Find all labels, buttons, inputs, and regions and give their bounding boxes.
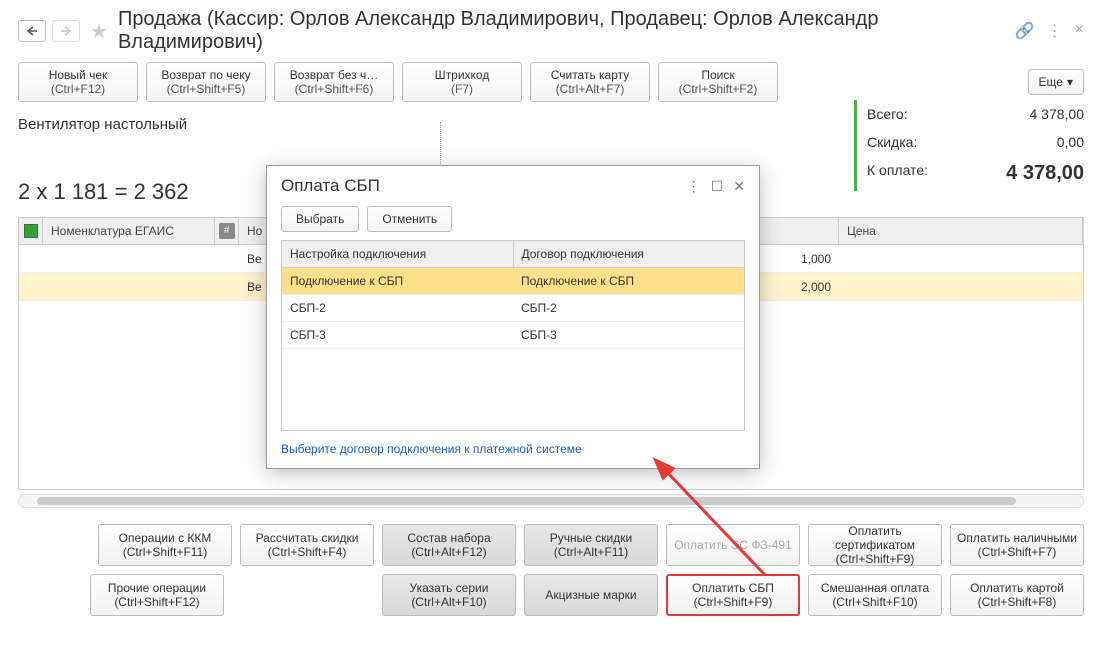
- action-button[interactable]: Акцизные марки: [524, 574, 658, 616]
- connection-row[interactable]: СБП-2СБП-2: [282, 295, 744, 322]
- arrow-right-icon: [60, 26, 72, 36]
- connection-row[interactable]: Подключение к СБППодключение к СБП: [282, 268, 744, 295]
- modal-more-icon[interactable]: ⋮: [687, 178, 701, 195]
- barcode-button[interactable]: Штрихкод (F7): [402, 62, 522, 102]
- close-icon[interactable]: ×: [1075, 21, 1084, 41]
- action-button[interactable]: Прочие операции(Ctrl+Shift+F12): [90, 574, 224, 616]
- egais-icon-col: [19, 218, 43, 244]
- item-name: Вентилятор настольный: [18, 116, 1084, 133]
- select-button[interactable]: Выбрать: [281, 206, 359, 232]
- sbp-payment-modal: Оплата СБП ⋮ ☐ ✕ Выбрать Отменить Настро…: [266, 165, 760, 469]
- cancel-button[interactable]: Отменить: [367, 206, 452, 232]
- action-button[interactable]: Рассчитать скидки(Ctrl+Shift+F4): [240, 524, 374, 566]
- read-card-button[interactable]: Считать карту (Ctrl+Alt+F7): [530, 62, 650, 102]
- horizontal-scrollbar[interactable]: [18, 494, 1084, 508]
- action-button[interactable]: Указать серии(Ctrl+Alt+F10): [382, 574, 516, 616]
- modal-title: Оплата СБП: [281, 176, 687, 196]
- egais-header[interactable]: Номенклатура ЕГАИС: [43, 218, 215, 244]
- modal-close-icon[interactable]: ✕: [733, 178, 745, 195]
- nav-forward-button[interactable]: [52, 20, 80, 42]
- bottom-button-panel: Операции с ККМ(Ctrl+Shift+F11)Рассчитать…: [0, 516, 1102, 616]
- action-button[interactable]: Оплатить СБП(Ctrl+Shift+F9): [666, 574, 800, 616]
- connection-table: Настройка подключения Договор подключени…: [281, 240, 745, 431]
- col-settings[interactable]: Настройка подключения: [282, 241, 514, 267]
- more-button[interactable]: Еще ▾: [1028, 69, 1084, 95]
- nav-back-button[interactable]: [18, 20, 46, 42]
- action-button[interactable]: Смешанная оплата(Ctrl+Shift+F10): [808, 574, 942, 616]
- page-title: Продажа (Кассир: Орлов Александр Владими…: [118, 8, 1009, 54]
- hash-icon-col: #: [215, 218, 239, 244]
- hash-icon: #: [219, 223, 235, 239]
- return-check-button[interactable]: Возврат по чеку (Ctrl+Shift+F5): [146, 62, 266, 102]
- modal-maximize-icon[interactable]: ☐: [711, 178, 724, 195]
- header-bar: ★ Продажа (Кассир: Орлов Александр Влади…: [0, 0, 1102, 58]
- action-button: Оплатить ЭС ФЗ-491: [666, 524, 800, 566]
- col-contract[interactable]: Договор подключения: [514, 241, 745, 267]
- new-check-button[interactable]: Новый чек (Ctrl+F12): [18, 62, 138, 102]
- connection-row[interactable]: СБП-3СБП-3: [282, 322, 744, 349]
- action-button[interactable]: Операции с ККМ(Ctrl+Shift+F11): [98, 524, 232, 566]
- action-button[interactable]: Оплатить картой(Ctrl+Shift+F8): [950, 574, 1084, 616]
- action-button[interactable]: Оплатить наличными(Ctrl+Shift+F7): [950, 524, 1084, 566]
- search-button[interactable]: Поиск (Ctrl+Shift+F2): [658, 62, 778, 102]
- return-no-check-button[interactable]: Возврат без ч… (Ctrl+Shift+F6): [274, 62, 394, 102]
- star-icon[interactable]: ★: [90, 19, 108, 44]
- action-button[interactable]: Оплатить сертификатом(Ctrl+Shift+F9): [808, 524, 942, 566]
- action-button[interactable]: Состав набора(Ctrl+Alt+F12): [382, 524, 516, 566]
- more-menu-icon[interactable]: ⋮: [1047, 21, 1063, 41]
- scrollbar-thumb[interactable]: [37, 497, 1016, 505]
- price-header[interactable]: Цена: [839, 218, 1083, 244]
- action-button[interactable]: Ручные скидки(Ctrl+Alt+F11): [524, 524, 658, 566]
- modal-help-link[interactable]: Выберите договор подключения к платежной…: [281, 442, 582, 456]
- arrow-left-icon: [26, 26, 38, 36]
- link-icon[interactable]: 🔗: [1015, 21, 1035, 41]
- chevron-down-icon: ▾: [1067, 75, 1073, 89]
- green-icon: [24, 224, 38, 238]
